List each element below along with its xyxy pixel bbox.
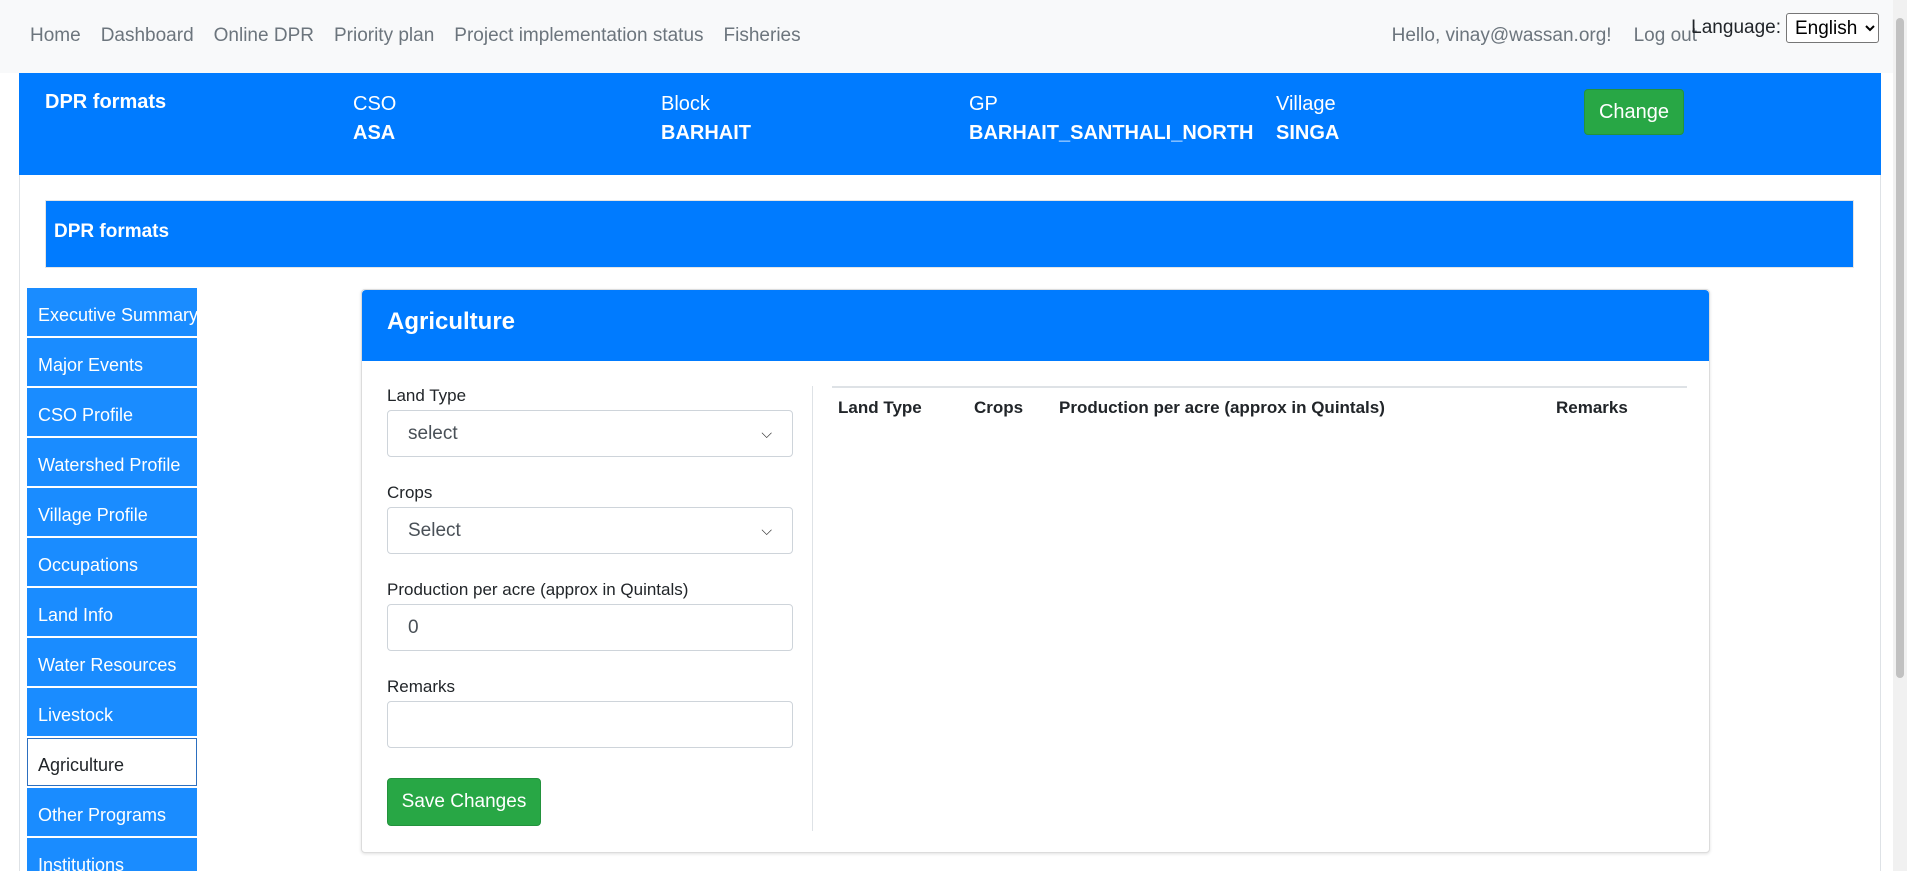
scrollbar-thumb[interactable]: [1896, 18, 1904, 678]
user-greeting[interactable]: Hello, vinay@wassan.org!: [1392, 25, 1612, 47]
page-scrollbar[interactable]: [1893, 0, 1907, 871]
nav-project-implementation-status[interactable]: Project implementation status: [454, 25, 703, 47]
sidebar-item-livestock[interactable]: Livestock: [27, 688, 197, 736]
context-block: Block BARHAIT: [661, 93, 751, 145]
land-type-select[interactable]: select ⌵: [387, 410, 793, 457]
language-label: Language:: [1691, 17, 1781, 38]
context-cso: CSO ASA: [353, 93, 396, 145]
context-gp-value: BARHAIT_SANTHALI_NORTH: [969, 122, 1254, 144]
nav-dashboard[interactable]: Dashboard: [101, 25, 194, 47]
sidebar-item-cso-profile[interactable]: CSO Profile: [27, 388, 197, 436]
context-cso-value: ASA: [353, 122, 396, 144]
land-type-value: select: [408, 422, 458, 444]
sidebar-item-institutions[interactable]: Institutions: [27, 838, 197, 871]
sidebar-item-executive-summary[interactable]: Executive Summary: [27, 288, 198, 336]
context-gp-label: GP: [969, 93, 998, 115]
context-block-value: BARHAIT: [661, 122, 751, 144]
agriculture-table: Land Type Crops Production per acre (app…: [832, 386, 1687, 430]
crops-group: Crops Select ⌵: [387, 483, 793, 554]
section-banner-title: DPR formats: [54, 221, 170, 242]
context-title: DPR formats: [45, 91, 167, 113]
context-cso-label: CSO: [353, 93, 397, 115]
sidebar-item-water-resources[interactable]: Water Resources: [27, 638, 197, 686]
production-input[interactable]: 0: [387, 604, 793, 651]
nav-home[interactable]: Home: [30, 25, 81, 47]
sidebar-item-other-programs[interactable]: Other Programs: [27, 788, 197, 836]
sidebar: Executive Summary Major Events CSO Profi…: [27, 288, 198, 871]
card-title: Agriculture: [387, 308, 516, 335]
nav-fisheries[interactable]: Fisheries: [724, 25, 801, 47]
agriculture-form: Land Type select ⌵ Crops Select ⌵ Produc…: [387, 386, 793, 826]
context-village-label: Village: [1276, 93, 1336, 115]
crops-label: Crops: [387, 483, 433, 502]
context-village: Village SINGA: [1276, 93, 1339, 145]
land-type-label: Land Type: [387, 386, 467, 405]
land-type-group: Land Type select ⌵: [387, 386, 793, 457]
language-switcher: Language: English: [1691, 13, 1879, 43]
context-block-label: Block: [661, 93, 710, 115]
nav-online-dpr[interactable]: Online DPR: [214, 25, 314, 47]
nav-user-area: Hello, vinay@wassan.org! Log out: [1370, 25, 1697, 47]
col-production: Production per acre (approx in Quintals): [1053, 386, 1550, 430]
context-gp: GP BARHAIT_SANTHALI_NORTH: [969, 93, 1253, 145]
production-label: Production per acre (approx in Quintals): [387, 580, 689, 599]
nav-links: Home Dashboard Online DPR Priority plan …: [30, 25, 821, 47]
chevron-down-icon: ⌵: [761, 425, 772, 441]
sidebar-item-agriculture[interactable]: Agriculture: [27, 738, 197, 786]
section-banner: DPR formats: [45, 200, 1854, 268]
save-changes-button[interactable]: Save Changes: [387, 778, 541, 826]
crops-select[interactable]: Select ⌵: [387, 507, 793, 554]
nav-priority-plan[interactable]: Priority plan: [334, 25, 434, 47]
sidebar-item-land-info[interactable]: Land Info: [27, 588, 197, 636]
form-table-divider: [812, 386, 813, 831]
remarks-label: Remarks: [387, 677, 456, 696]
production-value: 0: [408, 616, 419, 638]
col-land-type: Land Type: [832, 386, 968, 430]
context-village-value: SINGA: [1276, 122, 1340, 144]
col-remarks: Remarks: [1550, 386, 1687, 430]
remarks-input[interactable]: [387, 701, 793, 748]
crops-value: Select: [408, 519, 461, 541]
chevron-down-icon: ⌵: [761, 522, 772, 538]
change-button[interactable]: Change: [1584, 89, 1684, 135]
remarks-group: Remarks: [387, 677, 793, 748]
card-header: Agriculture: [362, 290, 1709, 361]
sidebar-item-major-events[interactable]: Major Events: [27, 338, 197, 386]
top-navbar: Home Dashboard Online DPR Priority plan …: [0, 0, 1907, 73]
sidebar-item-village-profile[interactable]: Village Profile: [27, 488, 197, 536]
col-crops: Crops: [968, 386, 1053, 430]
context-header: DPR formats CSO ASA Block BARHAIT GP BAR…: [19, 73, 1881, 175]
sidebar-item-occupations[interactable]: Occupations: [27, 538, 197, 586]
table-header-row: Land Type Crops Production per acre (app…: [832, 386, 1687, 430]
production-group: Production per acre (approx in Quintals)…: [387, 580, 793, 651]
sidebar-item-watershed-profile[interactable]: Watershed Profile: [27, 438, 197, 486]
logout-link[interactable]: Log out: [1634, 25, 1697, 47]
agriculture-card: Agriculture Land Type select ⌵ Crops Sel…: [361, 289, 1710, 853]
language-select[interactable]: English: [1786, 13, 1879, 43]
